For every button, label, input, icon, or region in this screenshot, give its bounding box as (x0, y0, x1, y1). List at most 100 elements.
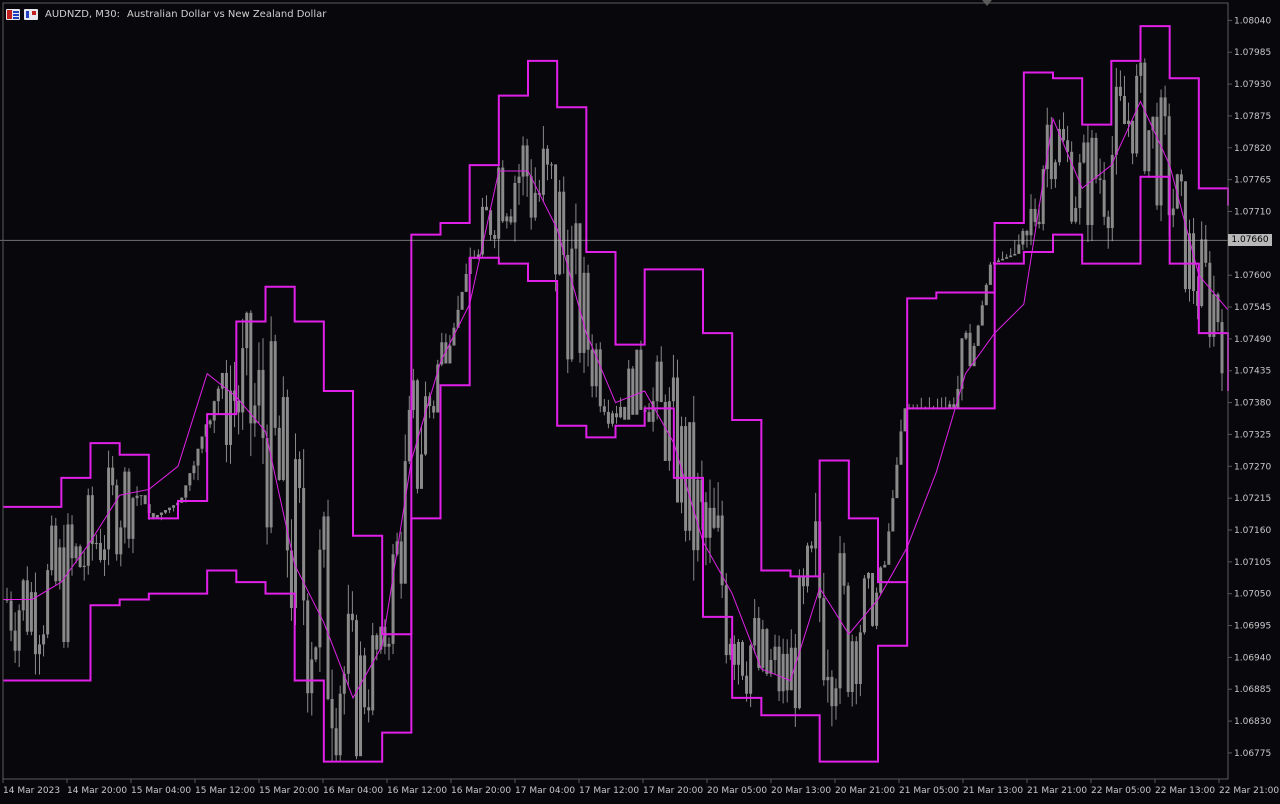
candle-body (159, 512, 163, 515)
candle-body (184, 485, 188, 498)
candle-body (688, 422, 692, 531)
candle-body (155, 514, 159, 518)
candle-body (899, 431, 903, 465)
plot-frame (2, 2, 1229, 780)
candle-body (866, 572, 870, 579)
candle-body (997, 260, 1001, 263)
candle-body (590, 349, 594, 387)
candle-body (1013, 253, 1017, 256)
candle-body (1094, 137, 1098, 179)
price-chart[interactable]: 1.08040 1.07985 1.07930 1.07875 1.07820 1.077… (0, 0, 1280, 800)
candle-body (822, 598, 826, 681)
symbol-label: AUDNZD, M30: (45, 8, 120, 20)
candle-body (1118, 86, 1122, 96)
x-tick-label: 15 Mar 04:00 (131, 786, 191, 796)
shift-marker-icon[interactable] (982, 0, 992, 6)
candle-body (1212, 294, 1216, 337)
x-tick-label: 14 Mar 20:00 (67, 786, 127, 796)
y-tick-label: 1.07985 (1234, 48, 1271, 58)
candle-body (200, 436, 204, 449)
candle-body (1037, 221, 1041, 225)
candle-body (639, 349, 643, 410)
candle-body (964, 332, 968, 339)
candle-body (984, 284, 988, 306)
candle-body (1163, 97, 1167, 117)
candle-body (753, 618, 757, 646)
candle-body (249, 312, 253, 424)
candle-body (785, 653, 789, 691)
candle-body (619, 406, 623, 418)
x-tick-label: 22 Mar 05:00 (1091, 786, 1151, 796)
candle-body (797, 575, 801, 709)
candle-body (1029, 208, 1033, 236)
candle-body (659, 361, 663, 402)
candle-body (623, 406, 627, 420)
candle-body (887, 531, 891, 565)
candle-body (1147, 130, 1151, 172)
y-tick-label: 1.06885 (1234, 685, 1271, 695)
x-tick-label: 14 Mar 2023 (3, 786, 60, 796)
candle-body (801, 575, 805, 587)
candle-body (363, 655, 367, 708)
y-tick-label: 1.07435 (1234, 367, 1271, 377)
candle-body (777, 646, 781, 692)
y-tick-label: 1.06830 (1234, 717, 1271, 727)
y-tick-label: 1.07875 (1234, 112, 1271, 122)
y-tick-label: 1.07160 (1234, 526, 1271, 536)
y-tick-label: 1.07215 (1234, 494, 1271, 504)
candle-body (196, 448, 200, 466)
candle-body (354, 620, 358, 757)
candle-body (70, 524, 74, 559)
candle-body (501, 167, 505, 222)
chart-area[interactable]: 1.08040 1.07985 1.07930 1.07875 1.07820 1.077… (0, 0, 1280, 800)
candle-body (655, 361, 659, 402)
candle-body (448, 345, 452, 364)
chart-window-icon[interactable] (6, 8, 20, 20)
candle-body (289, 550, 293, 608)
candle-body (545, 148, 549, 165)
candle-body (265, 438, 269, 528)
x-tick-label: 20 Mar 13:00 (771, 786, 831, 796)
candle-body (334, 728, 338, 756)
candle-body (806, 545, 810, 587)
candle-body (367, 707, 371, 711)
candle-body (647, 412, 651, 422)
candle-body (1208, 262, 1212, 337)
candle-body (749, 645, 753, 694)
candle-body (1135, 75, 1139, 154)
y-tick-label: 1.07380 (1234, 399, 1271, 409)
candle-body (359, 655, 363, 757)
candle-body (1033, 208, 1037, 222)
candle-body (1122, 95, 1126, 124)
candle-body (298, 459, 302, 489)
candle-body (1220, 322, 1224, 374)
one-click-trading-icon[interactable] (24, 8, 38, 20)
candle-body (1106, 216, 1110, 229)
candle-body (1098, 178, 1102, 180)
candle-body (322, 516, 326, 550)
candle-body (46, 570, 50, 635)
candle-body (103, 549, 107, 561)
x-tick-label: 17 Mar 04:00 (515, 786, 575, 796)
candle-body (903, 408, 907, 432)
y-tick-label: 1.07930 (1234, 80, 1271, 90)
y-tick-label: 1.07710 (1234, 207, 1271, 217)
candle-body (294, 459, 298, 608)
candle-body (1127, 120, 1131, 124)
x-tick-label: 22 Mar 21:00 (1219, 786, 1279, 796)
candle-body (521, 145, 525, 177)
candle-body (42, 634, 46, 645)
y-tick-label: 1.07765 (1234, 176, 1271, 186)
candle-body (228, 390, 232, 445)
y-tick-label: 1.07325 (1234, 430, 1271, 440)
candle-body (761, 629, 765, 668)
candle-body (1074, 208, 1078, 222)
candle-body (696, 479, 700, 551)
candle-body (781, 653, 785, 692)
candle-body (1139, 62, 1143, 76)
candle-body (54, 525, 58, 582)
candle-body (1009, 255, 1013, 258)
candle-body (789, 647, 793, 691)
candle-body (541, 148, 545, 195)
candle-body (671, 377, 675, 402)
